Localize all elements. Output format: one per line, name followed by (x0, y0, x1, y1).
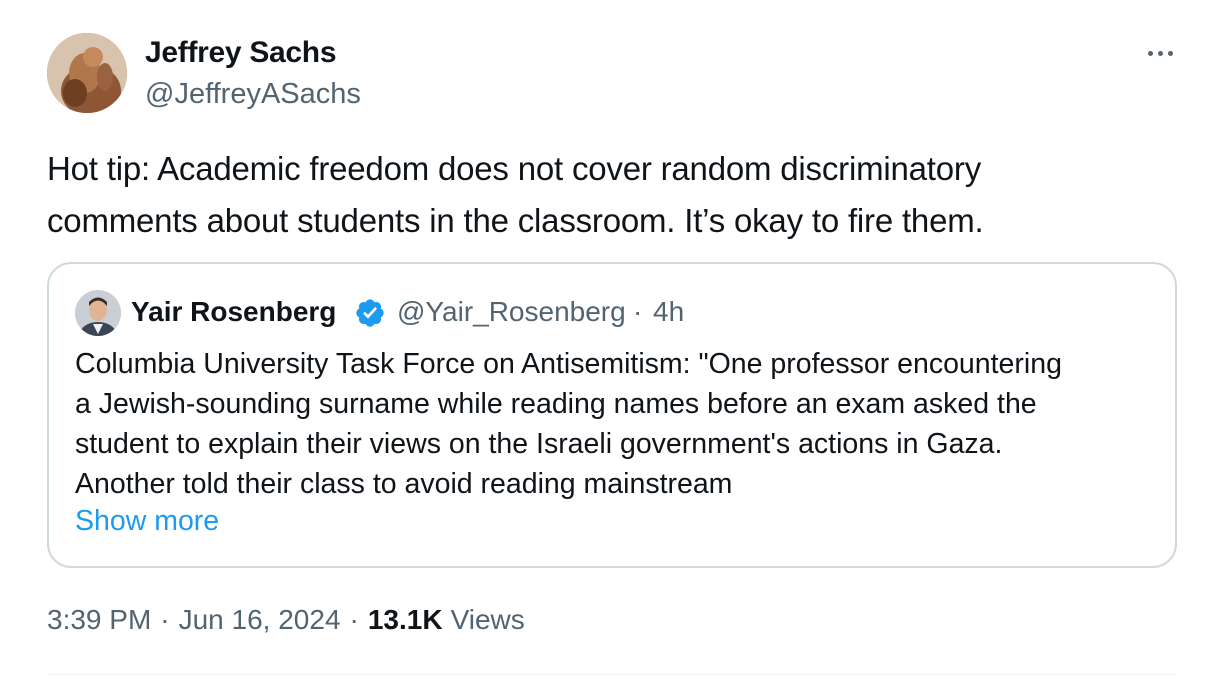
verified-badge-icon (356, 299, 384, 327)
quoted-tweet-card[interactable]: Yair Rosenberg @Yair_Rosenberg · 4h Colu… (47, 262, 1177, 568)
meta-separator: · (160, 604, 170, 635)
quoted-author-name: Yair Rosenberg (131, 296, 337, 327)
quoted-timestamp[interactable]: 4h (653, 296, 684, 328)
views-count: 13.1K (367, 604, 443, 635)
author-name[interactable]: Jeffrey Sachs (145, 36, 337, 70)
more-options-button[interactable] (1140, 38, 1180, 68)
quoted-text-line: student to explain their views on the Is… (75, 428, 1003, 460)
more-horizontal-icon (1147, 50, 1153, 56)
quoted-text-line: a Jewish-sounding surname while reading … (75, 388, 1037, 420)
meta-separator: · (349, 604, 359, 635)
tweet-text: Hot tip: Academic freedom does not cover… (47, 143, 1167, 247)
quoted-tweet-text: Columbia University Task Force on Antise… (75, 344, 1165, 504)
quoted-text-line: Another told their class to avoid readin… (75, 468, 733, 500)
show-more-link[interactable]: Show more (75, 505, 219, 538)
post-time[interactable]: 3:39 PM (47, 604, 151, 636)
author-avatar[interactable] (47, 33, 127, 113)
quoted-author-handle: @Yair_Rosenberg (397, 296, 626, 327)
tweet: Jeffrey Sachs @JeffreyASachs Hot tip: Ac… (0, 0, 1220, 684)
divider (47, 674, 1177, 675)
views-label: Views (450, 604, 525, 635)
quoted-text-line: Columbia University Task Force on Antise… (75, 348, 1062, 380)
author-handle[interactable]: @JeffreyASachs (145, 78, 361, 111)
post-date[interactable]: Jun 16, 2024 (179, 604, 341, 636)
quote-separator: · (633, 296, 643, 327)
quoted-author-avatar[interactable] (75, 290, 121, 336)
tweet-text-line: Hot tip: Academic freedom does not cover… (47, 150, 982, 187)
tweet-metadata: 3:39 PM · Jun 16, 2024 · 13.1K Views (47, 604, 525, 636)
tweet-text-line: comments about students in the classroom… (47, 202, 984, 239)
